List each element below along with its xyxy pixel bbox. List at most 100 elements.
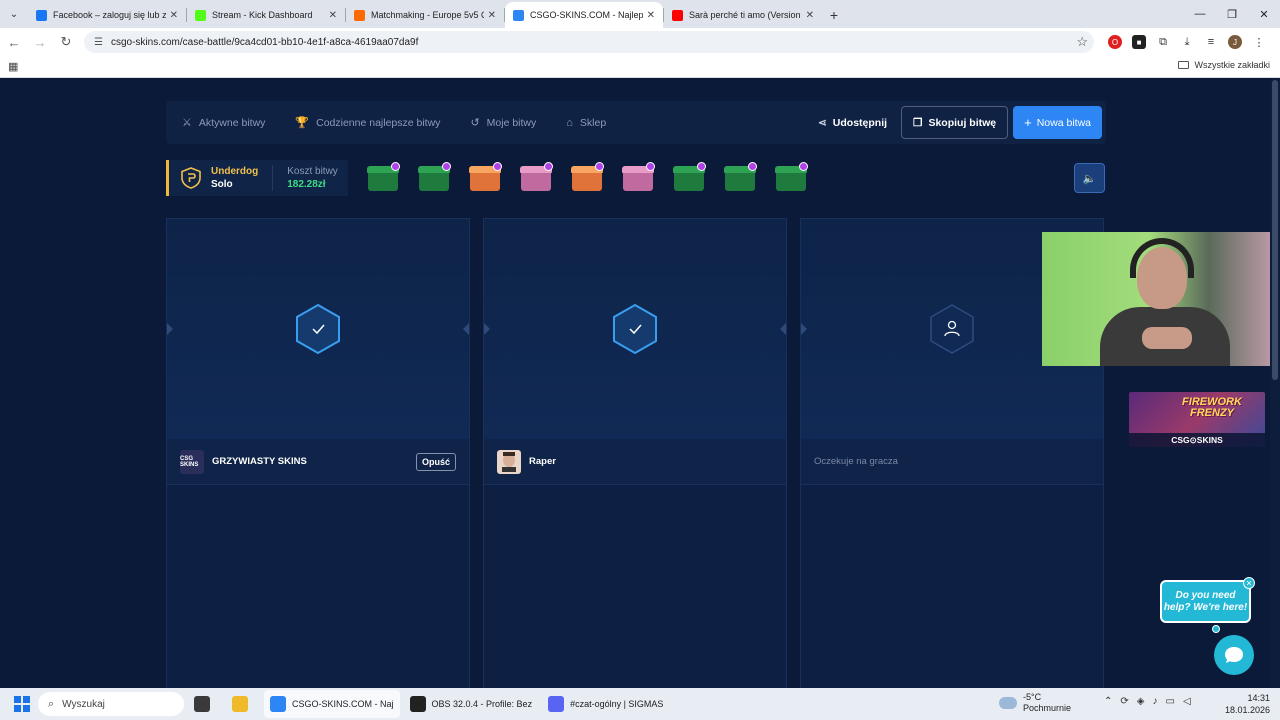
copy-icon: ❐ [913,116,923,129]
restore-icon[interactable]: ❐ [1216,0,1248,28]
leave-battle-button[interactable]: Opuść [415,453,456,471]
weather-widget[interactable]: -5°C Pochmurnie [999,692,1071,714]
battle-case-icon[interactable] [723,162,757,194]
nav-label: Moje bitwy [486,116,537,129]
close-window-icon[interactable]: ✕ [1248,0,1280,28]
url-text: csgo-skins.com/case-battle/9ca4cd01-bb10… [110,36,419,48]
network-icon[interactable]: ▭ [1165,696,1174,707]
battle-case-icon[interactable] [468,162,502,194]
minimize-icon[interactable]: — [1184,0,1216,28]
browser-tab[interactable]: Facebook – zaloguj się lub zare ✕ [28,2,186,28]
volume-icon[interactable]: ◁ [1183,696,1191,707]
extensions-puzzle-icon[interactable]: ⧉ [1156,35,1170,49]
scrollbar-thumb[interactable] [1272,80,1278,380]
nav-shop[interactable]: ⌂ Sklep [566,117,606,129]
tab-close-icon[interactable]: ✕ [488,10,496,21]
reload-icon[interactable]: ↻ [54,30,78,54]
tab-close-icon[interactable]: ✕ [170,10,178,21]
case-dot [646,162,655,171]
nav-my-battles[interactable]: ↺ Moje bitwy [470,116,537,130]
clock[interactable]: 14:31 18.01.2026 [1225,692,1270,716]
battle-case-icon[interactable] [417,162,451,194]
microphone-icon[interactable]: ♪ [1152,696,1157,707]
nav-active-battles[interactable]: ⚔ Aktywne bitwy [182,116,265,130]
browser-tab[interactable]: CSGO-SKINS.COM - Najlepsze ✕ [505,2,663,28]
battle-case-icon[interactable] [366,162,400,194]
tab-favicon-icon [354,9,365,21]
player-name: Raper [529,456,556,467]
tab-close-icon[interactable]: ✕ [806,10,814,21]
reel-left-marker [167,323,173,335]
tray-app-icon[interactable]: ⟳ [1120,696,1128,707]
slot-reel [167,219,469,439]
player-bar: Raper [484,439,786,485]
chat-button[interactable] [1214,635,1254,675]
battle-case-icon[interactable] [672,162,706,194]
battle-mode-box: Underdog Solo Koszt bitwy 182.28zł [166,160,348,196]
browser-tab[interactable]: Matchmaking - Europe 5v5 Qu ✕ [346,2,504,28]
clock-time: 14:31 [1247,693,1270,703]
browser-tab[interactable]: Stream - Kick Dashboard ✕ [187,2,345,28]
opera-extension-icon[interactable]: O [1108,35,1122,49]
all-bookmarks-button[interactable]: Wszystkie zakładki [1178,60,1270,70]
apps-grid-icon[interactable]: ▦ [8,60,18,73]
bookmark-star-icon[interactable]: ☆ [1076,34,1088,50]
browser-tab[interactable]: Sarà perché ti amo (Version ✕ [664,2,822,28]
cost-value: 182.28zł [287,179,326,190]
back-icon[interactable]: ← [2,30,26,54]
copy-battle-button[interactable]: ❐ Skopiuj bitwę [901,106,1009,139]
underdog-shield-icon [181,167,201,189]
cloud-icon [999,697,1017,709]
taskbar-app[interactable]: CSGO-SKINS.COM - Naj [264,690,400,718]
site-info-icon[interactable]: ☰ [94,37,103,48]
player-slot-2: Raper [483,218,787,688]
tab-search-icon[interactable]: ⌄ [0,0,28,28]
battle-case-icon[interactable] [570,162,604,194]
battle-case-icon[interactable] [774,162,808,194]
tab-favicon-icon [195,9,206,21]
tab-title: Sarà perché ti amo (Version [689,10,801,20]
download-icon[interactable]: ⤓ [1180,35,1194,49]
extension-icon[interactable]: ■ [1132,35,1146,49]
new-battle-button[interactable]: + Nowa bitwa [1013,106,1102,139]
nav-label: Codzienne najlepsze bitwy [316,116,441,129]
cost-label: Koszt bitwy [287,166,338,177]
taskbar-app[interactable]: #czat-ogólny | SIGMAS [542,690,669,718]
ready-check-icon [296,303,340,355]
profile-avatar[interactable]: J [1228,35,1242,49]
app-icon [548,696,565,712]
copy-battle-label: Skopiuj bitwę [928,116,997,129]
taskbar-app[interactable]: OBS 32.0.4 - Profile: Bez [404,690,539,718]
new-tab-button[interactable]: + [822,2,846,28]
ready-check-icon [613,303,657,355]
weather-desc: Pochmurnie [1023,703,1072,713]
webcam-overlay [1042,232,1280,366]
tab-close-icon[interactable]: ✕ [329,10,337,21]
share-button[interactable]: ⋖ Udostępnij [818,117,887,129]
help-bubble[interactable]: Do you need help? We're here! [1160,580,1251,623]
case-dot [493,162,502,171]
firework-frenzy-promo[interactable]: FIREWORK FRENZY CSG⊙SKINS [1129,392,1265,447]
windows-start-icon[interactable] [14,696,30,712]
menu-dots-icon[interactable]: ⋮ [1252,35,1266,49]
extension-icons: O ■ ⧉ ⤓ ≡ J ⋮ [1108,35,1266,49]
help-close-icon[interactable]: ✕ [1243,577,1255,589]
battle-case-icon[interactable] [519,162,553,194]
tab-close-icon[interactable]: ✕ [647,10,655,21]
history-icon: ↺ [470,117,480,129]
nav-daily-top-battles[interactable]: 🏆 Codzienne najlepsze bitwy [295,116,441,130]
media-control-icon[interactable]: ≡ [1204,35,1218,49]
forward-icon[interactable]: → [28,30,52,54]
tab-title: Facebook – zaloguj się lub zare [53,10,166,20]
url-field[interactable]: ☰ csgo-skins.com/case-battle/9ca4cd01-bb… [84,31,1094,53]
taskbar-app[interactable] [226,690,260,718]
taskbar-app[interactable] [188,690,222,718]
tray-shield-icon[interactable]: ◈ [1137,696,1145,707]
battle-case-icon[interactable] [621,162,655,194]
tray-chevron-icon[interactable]: ⌃ [1104,696,1112,707]
taskbar-search[interactable]: ⌕ Wyszukaj [38,692,184,716]
player-avatar [497,449,521,474]
clock-date: 18.01.2026 [1224,705,1270,715]
sound-toggle-button[interactable]: 🔈 [1074,163,1105,193]
window-controls: — ❐ ✕ [1184,0,1280,28]
